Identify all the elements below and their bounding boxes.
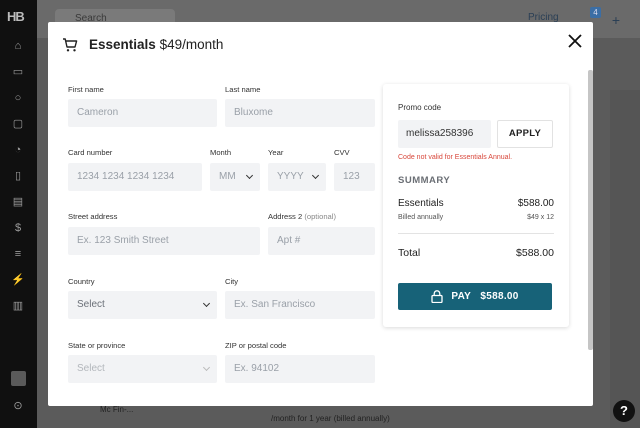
line-item-price: $588.00 [517, 198, 554, 209]
card-number-label: Card number [68, 148, 113, 157]
street-label: Street address [68, 212, 118, 221]
promo-label: Promo code [398, 103, 442, 112]
bg-billing-text: /month for 1 year (billed annually) [271, 414, 390, 423]
checkout-modal: Essentials $49/month First name Cameron … [48, 22, 593, 406]
modal-header: Essentials $49/month [48, 22, 593, 70]
city-label: City [225, 277, 239, 286]
zip-label: ZIP or postal code [225, 341, 287, 350]
month-label: Month [210, 148, 232, 157]
cvv-field[interactable]: 123 [334, 163, 375, 191]
year-select[interactable]: YYYY [268, 163, 326, 191]
first-name-field[interactable]: Cameron [68, 99, 217, 127]
notification-badge: 4 [590, 7, 601, 18]
zip-field[interactable]: Ex. 94102 [225, 355, 375, 383]
avatar[interactable] [11, 371, 26, 386]
reports-icon[interactable]: ▥ [10, 298, 26, 314]
app-logo: HB [7, 9, 25, 24]
document-icon[interactable]: ▯ [10, 168, 26, 184]
modal-scrollbar[interactable] [588, 70, 593, 350]
first-name-label: First name [68, 85, 104, 94]
promo-error: Code not valid for Essentials Annual. [398, 154, 513, 161]
plan-name: Essentials [89, 37, 156, 52]
summary-title: SUMMARY [398, 175, 451, 186]
address2-field[interactable]: Apt # [268, 227, 375, 255]
invoice-icon[interactable]: ▤ [10, 194, 26, 210]
order-summary: Promo code melissa258396 APPLY Code not … [383, 84, 569, 327]
help-button[interactable]: ? [613, 400, 635, 422]
country-label: Country [68, 277, 95, 286]
month-select[interactable]: MM [210, 163, 260, 191]
last-name-label: Last name [225, 85, 261, 94]
add-button[interactable]: + [606, 10, 626, 30]
billing-detail: $49 x 12 [527, 214, 554, 221]
line-item-name: Essentials [398, 198, 444, 209]
card-number-field[interactable]: 1234 1234 1234 1234 [68, 163, 202, 191]
address2-label: Address 2 (optional) [268, 212, 336, 221]
plan-price: $49/month [159, 37, 224, 52]
apply-button[interactable]: APPLY [497, 120, 553, 148]
cart-icon [63, 38, 78, 52]
pay-label: PAY [451, 291, 472, 302]
state-select[interactable]: Select [68, 355, 217, 383]
pay-amount: $588.00 [480, 291, 519, 302]
billing-cycle: Billed annually [398, 214, 444, 221]
user-icon[interactable]: ○ [10, 90, 26, 106]
app-sidebar: HB ⌂ ▭ ○ ▢ ◔ ▯ ▤ $ ≡ ⚡ ▥ ⊙ [0, 0, 37, 428]
modal-title: Essentials $49/month [89, 37, 223, 52]
close-icon[interactable] [566, 32, 584, 50]
total-price: $588.00 [516, 247, 554, 259]
inbox-icon[interactable]: ▭ [10, 64, 26, 80]
last-name-field[interactable]: Bluxome [225, 99, 375, 127]
total-label: Total [398, 247, 421, 259]
chart-pie-icon[interactable]: ◔ [10, 142, 26, 158]
settings-icon[interactable]: ⊙ [10, 398, 26, 414]
promo-code-input[interactable]: melissa258396 [398, 120, 491, 148]
country-select[interactable]: Select [68, 291, 217, 319]
lock-icon [431, 290, 443, 303]
dollar-icon[interactable]: $ [10, 220, 26, 236]
state-label: State or province [68, 341, 126, 350]
folder-icon[interactable]: ▢ [10, 116, 26, 132]
address2-label-text: Address 2 [268, 212, 303, 221]
activity-icon[interactable]: ⚡ [10, 272, 26, 288]
street-field[interactable]: Ex. 123 Smith Street [68, 227, 260, 255]
right-panel [610, 90, 640, 428]
cvv-label: CVV [334, 148, 350, 157]
divider [398, 233, 554, 234]
address2-optional: (optional) [304, 212, 336, 221]
year-label: Year [268, 148, 284, 157]
pay-button[interactable]: PAY $588.00 [398, 283, 552, 310]
list-icon[interactable]: ≡ [10, 246, 26, 262]
bg-plan-text: Mc Fin-... [100, 405, 134, 414]
home-icon[interactable]: ⌂ [10, 38, 26, 54]
city-field[interactable]: Ex. San Francisco [225, 291, 375, 319]
